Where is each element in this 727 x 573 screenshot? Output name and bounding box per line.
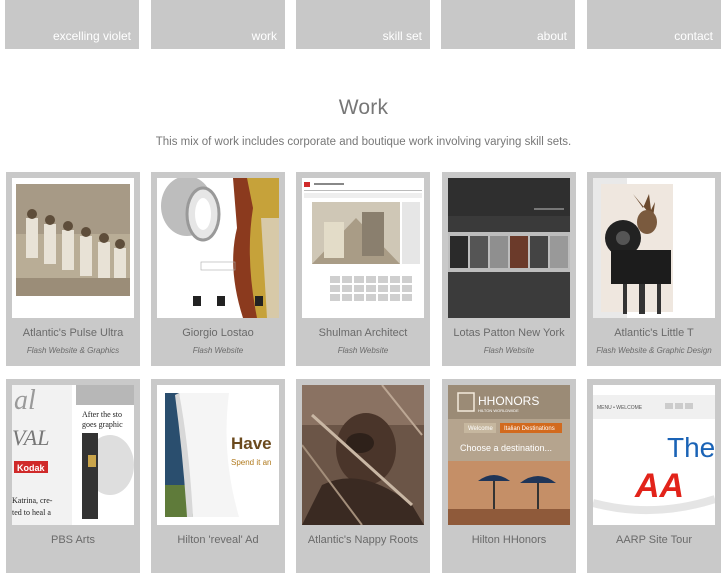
thumbnail-image	[593, 178, 715, 318]
pbs-katrina-text: Katrina, cre-	[12, 496, 53, 505]
thumbnail[interactable]	[302, 385, 424, 525]
hilton-spend-text: Spend it an	[231, 458, 271, 467]
portfolio-card[interactable]: Atlantic's Little T Flash Website & Grap…	[587, 172, 721, 366]
nav-tab-contact[interactable]: contact	[587, 0, 721, 49]
portfolio-card[interactable]: HHONORS HILTON WORLDWIDE Welcome Italian…	[442, 379, 576, 573]
card-title: PBS Arts	[50, 534, 96, 546]
thumbnail[interactable]	[593, 178, 715, 318]
hhonors-sub-text: HILTON WORLDWIDE	[478, 408, 519, 413]
thumbnail[interactable]: MENU • WELCOME The AA	[593, 385, 715, 525]
nav-tab-label: excelling violet	[52, 29, 131, 43]
hhonors-choose-text: Choose a destination...	[460, 443, 552, 453]
thumbnail-image: al VAL Kodak Katrina, cre- ted to heal a…	[12, 385, 134, 525]
thumbnail[interactable]: al VAL Kodak Katrina, cre- ted to heal a…	[12, 385, 134, 525]
card-title: AARP Site Tour	[615, 534, 693, 546]
thumbnail-image: HHONORS HILTON WORLDWIDE Welcome Italian…	[448, 385, 570, 525]
pbs-ted-text: ted to heal a	[12, 508, 51, 517]
nav-tab-about[interactable]: about	[441, 0, 575, 49]
thumbnail-image: Have Spend it an	[157, 385, 279, 525]
card-title: Atlantic's Pulse Ultra	[22, 327, 124, 339]
portfolio-card[interactable]: al VAL Kodak Katrina, cre- ted to heal a…	[6, 379, 140, 573]
nav-tab-label: contact	[674, 29, 713, 43]
card-subtitle: Flash Website & Graphic Design	[596, 346, 712, 355]
hhonors-welcome-tab: Welcome	[468, 426, 494, 432]
hhonors-italian-tab: Italian Destinations	[504, 426, 555, 432]
thumbnail-image	[302, 385, 424, 525]
pbs-kodak-text: Kodak	[17, 463, 46, 473]
card-subtitle: Flash Website	[192, 346, 244, 355]
card-title: Hilton HHonors	[471, 534, 547, 546]
thumbnail[interactable]	[12, 178, 134, 318]
aarp-menu-text: MENU • WELCOME	[597, 405, 643, 411]
card-title: Atlantic's Nappy Roots	[307, 534, 419, 546]
portfolio-card[interactable]: Lotas Patton New York Flash Website	[442, 172, 576, 366]
thumbnail-image: MENU • WELCOME The AA	[593, 385, 715, 525]
thumbnail-image	[12, 178, 134, 318]
portfolio-card[interactable]: Atlantic's Pulse Ultra Flash Website & G…	[6, 172, 140, 366]
portfolio-card[interactable]: MENU • WELCOME The AA AARP Site Tour	[587, 379, 721, 573]
thumbnail[interactable]	[302, 178, 424, 318]
aarp-aa-text: AA	[634, 467, 684, 505]
card-title: Atlantic's Little T	[614, 327, 694, 339]
hhonors-logo-text: HHONORS	[478, 394, 539, 408]
nav-tab-home[interactable]: excelling violet	[5, 0, 139, 49]
nav-tab-work[interactable]: work	[151, 0, 285, 49]
hilton-have-text: Have	[231, 434, 272, 453]
top-nav: excelling violet work skill set about co…	[0, 0, 727, 50]
thumbnail-image	[157, 178, 279, 318]
card-title: Lotas Patton New York	[453, 327, 565, 339]
card-title: Giorgio Lostao	[182, 327, 254, 339]
page-intro: This mix of work includes corporate and …	[155, 136, 572, 148]
card-subtitle: Flash Website	[337, 346, 389, 355]
portfolio-card[interactable]: Shulman Architect Flash Website	[296, 172, 430, 366]
thumbnail[interactable]: HHONORS HILTON WORLDWIDE Welcome Italian…	[448, 385, 570, 525]
pbs-after-text: After the sto	[82, 410, 122, 419]
pbs-val-text: VAL	[12, 425, 49, 450]
card-subtitle: Flash Website	[483, 346, 535, 355]
pbs-goes-text: goes graphic	[82, 420, 123, 429]
pbs-big-text: al	[14, 385, 36, 416]
thumbnail[interactable]: Have Spend it an	[157, 385, 279, 525]
nav-tab-label: work	[251, 29, 277, 43]
card-subtitle: Flash Website & Graphics	[26, 346, 120, 355]
portfolio-card[interactable]: Have Spend it an Hilton 'reveal' Ad	[151, 379, 285, 573]
page-title: Work	[338, 96, 389, 119]
aarp-the-text: The	[667, 432, 715, 463]
card-title: Shulman Architect	[318, 327, 408, 339]
nav-tab-label: about	[536, 29, 567, 43]
thumbnail[interactable]	[157, 178, 279, 318]
nav-tab-label: skill set	[382, 29, 422, 43]
thumbnail-image	[302, 178, 424, 318]
thumbnail-image	[448, 178, 570, 318]
nav-tab-skill-set[interactable]: skill set	[296, 0, 430, 49]
card-title: Hilton 'reveal' Ad	[177, 534, 259, 546]
thumbnail[interactable]	[448, 178, 570, 318]
portfolio-card[interactable]: Atlantic's Nappy Roots	[296, 379, 430, 573]
portfolio-card[interactable]: Giorgio Lostao Flash Website	[151, 172, 285, 366]
